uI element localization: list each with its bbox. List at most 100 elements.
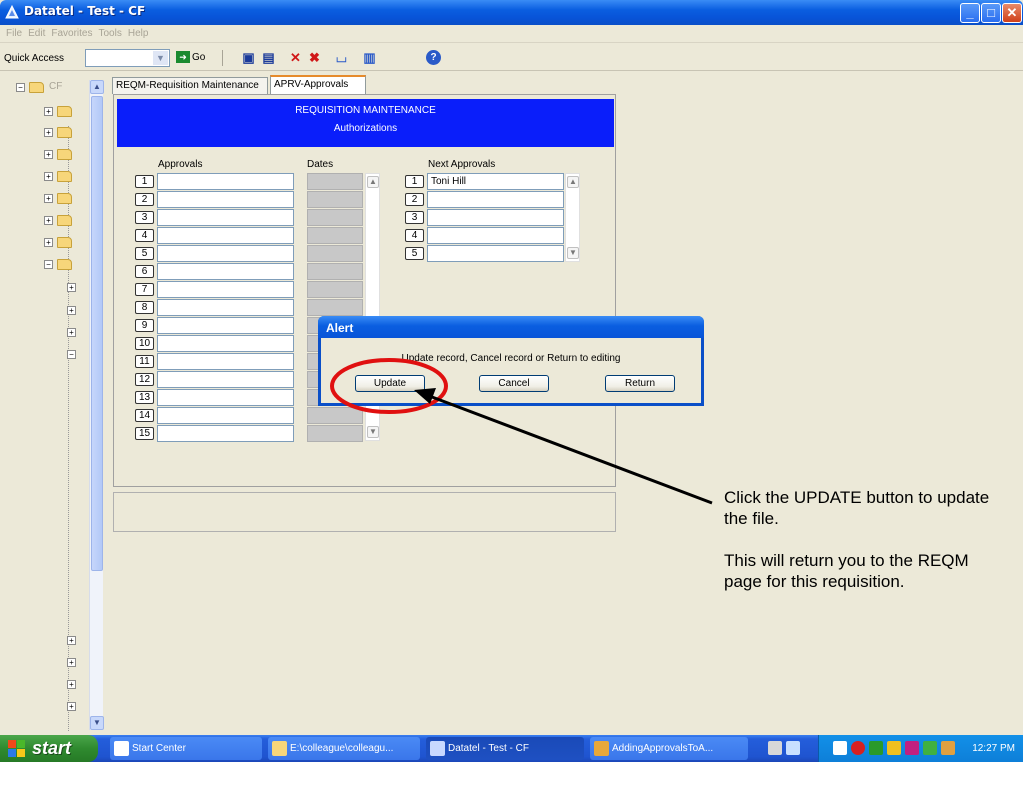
taskbar-item-explorer[interactable]: E:\colleague\colleagu...	[268, 737, 420, 760]
tray-icon[interactable]	[923, 741, 937, 755]
help-icon[interactable]: ?	[426, 50, 441, 65]
approval-field[interactable]	[157, 425, 294, 442]
next-approval-number[interactable]: 5	[405, 247, 424, 260]
update-button[interactable]: Update	[355, 375, 425, 392]
next-approval-field[interactable]	[427, 245, 564, 262]
menu-tools[interactable]: Tools	[98, 25, 121, 43]
taskbar-item-start-center[interactable]: Start Center	[110, 737, 262, 760]
next-approval-field[interactable]: Toni Hill	[427, 173, 564, 190]
next-approval-number[interactable]: 2	[405, 193, 424, 206]
approval-field[interactable]	[157, 353, 294, 370]
next-approval-field[interactable]	[427, 227, 564, 244]
quicklaunch-icon[interactable]	[786, 741, 800, 755]
tray-icon[interactable]	[833, 741, 847, 755]
chevron-down-icon[interactable]: ▼	[153, 51, 168, 65]
expand-icon[interactable]: +	[44, 194, 53, 203]
scroll-up-icon[interactable]: ▲	[367, 176, 379, 188]
close-button[interactable]: ✕	[1002, 3, 1022, 23]
expand-icon[interactable]: +	[44, 128, 53, 137]
save-all-icon[interactable]: ▤	[260, 50, 277, 66]
expand-icon[interactable]: +	[67, 636, 76, 645]
scroll-up-icon[interactable]: ▲	[90, 80, 104, 94]
expand-icon[interactable]: +	[44, 216, 53, 225]
next-approval-field[interactable]	[427, 191, 564, 208]
approval-row-number[interactable]: 13	[135, 391, 154, 404]
approval-field[interactable]	[157, 389, 294, 406]
approval-field[interactable]	[157, 209, 294, 226]
next-approvals-scrollbar[interactable]: ▲ ▼	[565, 173, 580, 262]
menu-favorites[interactable]: Favorites	[51, 25, 92, 43]
expand-icon[interactable]: +	[44, 172, 53, 181]
expand-icon[interactable]: +	[67, 283, 76, 292]
alert-title[interactable]: Alert	[318, 316, 704, 338]
tray-icon[interactable]	[869, 741, 883, 755]
approval-row-number[interactable]: 15	[135, 427, 154, 440]
form-icon[interactable]: ▥	[361, 50, 378, 66]
scroll-thumb[interactable]	[91, 96, 103, 571]
scroll-down-icon[interactable]: ▼	[567, 247, 579, 259]
next-approval-number[interactable]: 3	[405, 211, 424, 224]
approval-row-number[interactable]: 11	[135, 355, 154, 368]
save-icon[interactable]: ▣	[240, 50, 257, 66]
approval-row-number[interactable]: 14	[135, 409, 154, 422]
scroll-up-icon[interactable]: ▲	[567, 176, 579, 188]
expand-icon[interactable]: +	[44, 107, 53, 116]
tray-icon[interactable]	[941, 741, 955, 755]
taskbar-item-presentation[interactable]: AddingApprovalsToA...	[590, 737, 748, 760]
approval-row-number[interactable]: 4	[135, 229, 154, 242]
tab-reqm[interactable]: REQM-Requisition Maintenance	[112, 77, 268, 94]
collapse-icon[interactable]: −	[44, 260, 53, 269]
tab-aprv[interactable]: APRV-Approvals	[270, 75, 366, 94]
menu-edit[interactable]: Edit	[28, 25, 45, 43]
collapse-icon[interactable]: −	[16, 83, 25, 92]
approval-row-number[interactable]: 8	[135, 301, 154, 314]
menu-help[interactable]: Help	[128, 25, 149, 43]
quicklaunch-icon[interactable]	[768, 741, 782, 755]
approval-field[interactable]	[157, 281, 294, 298]
approval-row-number[interactable]: 3	[135, 211, 154, 224]
maximize-button[interactable]: □	[981, 3, 1001, 23]
minimize-button[interactable]: _	[960, 3, 980, 23]
clock[interactable]: 12:27 PM	[972, 735, 1015, 762]
approval-row-number[interactable]: 2	[135, 193, 154, 206]
approval-field[interactable]	[157, 407, 294, 424]
approval-field[interactable]	[157, 335, 294, 352]
tree-scrollbar[interactable]: ▲ ▼	[89, 80, 104, 730]
return-button[interactable]: Return	[605, 375, 675, 392]
menu-file[interactable]: File	[6, 25, 22, 43]
collapse-icon[interactable]: −	[67, 350, 76, 359]
taskbar-item-datatel[interactable]: Datatel - Test - CF	[426, 737, 584, 760]
expand-icon[interactable]: +	[67, 680, 76, 689]
next-approval-number[interactable]: 1	[405, 175, 424, 188]
expand-icon[interactable]: +	[67, 328, 76, 337]
approval-field[interactable]	[157, 371, 294, 388]
approval-field[interactable]	[157, 245, 294, 262]
expand-icon[interactable]: +	[44, 150, 53, 159]
tray-icon[interactable]	[887, 741, 901, 755]
approval-row-number[interactable]: 9	[135, 319, 154, 332]
scroll-down-icon[interactable]: ▼	[90, 716, 104, 730]
tray-icon[interactable]	[851, 741, 865, 755]
approval-field[interactable]	[157, 299, 294, 316]
title-bar[interactable]: Datatel - Test - CF _ □ ✕	[0, 0, 1023, 25]
next-approval-number[interactable]: 4	[405, 229, 424, 242]
expand-icon[interactable]: +	[67, 306, 76, 315]
approval-row-number[interactable]: 6	[135, 265, 154, 278]
expand-icon[interactable]: +	[67, 658, 76, 667]
cancel-icon[interactable]: ✕	[287, 50, 304, 66]
next-approval-field[interactable]	[427, 209, 564, 226]
approval-row-number[interactable]: 10	[135, 337, 154, 350]
approval-field[interactable]	[157, 173, 294, 190]
cancel-all-icon[interactable]: ✖	[306, 50, 323, 66]
quick-access-combo[interactable]: ▼	[85, 49, 170, 67]
scroll-down-icon[interactable]: ▼	[367, 426, 379, 438]
start-button[interactable]: start	[0, 735, 98, 762]
approval-field[interactable]	[157, 191, 294, 208]
approval-row-number[interactable]: 1	[135, 175, 154, 188]
approval-field[interactable]	[157, 317, 294, 334]
tray-icon[interactable]	[905, 741, 919, 755]
go-button[interactable]: ➜ Go	[174, 50, 209, 66]
approval-field[interactable]	[157, 263, 294, 280]
approval-field[interactable]	[157, 227, 294, 244]
cancel-button[interactable]: Cancel	[479, 375, 549, 392]
